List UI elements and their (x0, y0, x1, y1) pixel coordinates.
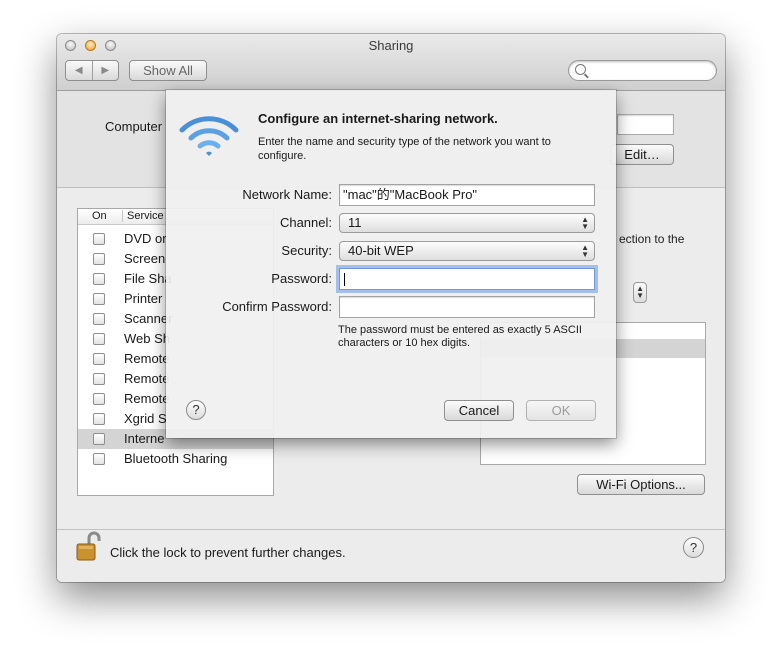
service-checkbox[interactable] (93, 373, 105, 385)
service-label: DVD or (124, 231, 167, 246)
service-label: Interne (124, 431, 165, 446)
computer-name-field[interactable] (617, 114, 674, 135)
service-label: Remote (124, 391, 170, 406)
security-label: Security: (281, 243, 332, 258)
confirm-password-label: Confirm Password: (222, 299, 332, 314)
service-label: Xgrid S (124, 411, 167, 426)
configure-network-sheet: Configure an internet-sharing network. E… (166, 90, 616, 438)
sheet-title: Configure an internet-sharing network. (258, 111, 498, 126)
password-hint: The password must be entered as exactly … (338, 324, 582, 349)
service-label: Printer (124, 291, 163, 306)
edit-button[interactable]: Edit… (610, 144, 674, 165)
service-checkbox[interactable] (93, 413, 105, 425)
forward-arrow-icon[interactable]: ▶ (91, 61, 119, 80)
popup-arrows-icon: ▲ ▼ (581, 215, 589, 231)
popup-arrows-icon: ▲ ▼ (636, 284, 644, 300)
service-checkbox[interactable] (93, 333, 105, 345)
service-checkbox[interactable] (93, 253, 105, 265)
share-from-popup-edge[interactable]: ▲ ▼ (633, 282, 647, 303)
password-label: Password: (271, 271, 332, 286)
service-label: Bluetooth Sharing (124, 451, 228, 466)
service-checkbox[interactable] (93, 313, 105, 325)
window-title: Sharing (368, 38, 414, 53)
cancel-button[interactable]: Cancel (444, 400, 514, 421)
list-item[interactable]: Bluetooth Sharing (78, 449, 273, 469)
back-forward-buttons: ◀ ▶ (65, 60, 119, 81)
channel-popup[interactable]: 11 ▲ ▼ (339, 213, 595, 233)
service-checkbox[interactable] (93, 433, 105, 445)
popup-arrows-icon: ▲ ▼ (581, 243, 589, 259)
service-label: File Sha (124, 271, 172, 286)
service-checkbox[interactable] (93, 233, 105, 245)
show-all-button[interactable]: Show All (129, 60, 207, 81)
security-popup[interactable]: 40-bit WEP ▲ ▼ (339, 241, 595, 261)
security-value: 40-bit WEP (348, 243, 414, 258)
service-label: Screen (124, 251, 166, 266)
service-label: Remote (124, 371, 170, 386)
column-header-service[interactable]: Service (122, 210, 164, 222)
ok-button[interactable]: OK (526, 400, 596, 421)
service-checkbox[interactable] (93, 453, 105, 465)
service-checkbox[interactable] (93, 273, 105, 285)
sheet-help-button[interactable]: ? (186, 400, 206, 420)
computer-name-label: Computer (105, 119, 163, 134)
column-header-on[interactable]: On (92, 210, 107, 222)
service-checkbox[interactable] (93, 353, 105, 365)
service-label: Web Sh (124, 331, 171, 346)
password-field[interactable] (339, 268, 595, 290)
description-text: ection to the (619, 232, 685, 246)
lock-status-text: Click the lock to prevent further change… (110, 545, 346, 560)
search-icon (575, 64, 586, 75)
text-caret (344, 273, 345, 286)
lock-open-icon[interactable] (75, 531, 103, 563)
title-bar: Sharing ◀ ▶ Show All (57, 34, 725, 91)
sheet-description: Enter the name and security type of the … (258, 136, 551, 162)
network-name-field[interactable]: "mac"的"MacBook Pro" (339, 184, 595, 206)
network-name-label: Network Name: (242, 187, 332, 202)
help-button[interactable]: ? (683, 537, 704, 558)
channel-label: Channel: (279, 215, 332, 230)
service-label: Remote (124, 351, 170, 366)
wifi-options-button[interactable]: Wi-Fi Options... (577, 474, 705, 495)
wifi-icon (179, 116, 239, 156)
search-input[interactable] (568, 60, 717, 81)
confirm-password-field[interactable] (339, 296, 595, 318)
back-arrow-icon[interactable]: ◀ (66, 61, 92, 80)
service-checkbox[interactable] (93, 393, 105, 405)
channel-value: 11 (348, 215, 362, 230)
service-checkbox[interactable] (93, 293, 105, 305)
